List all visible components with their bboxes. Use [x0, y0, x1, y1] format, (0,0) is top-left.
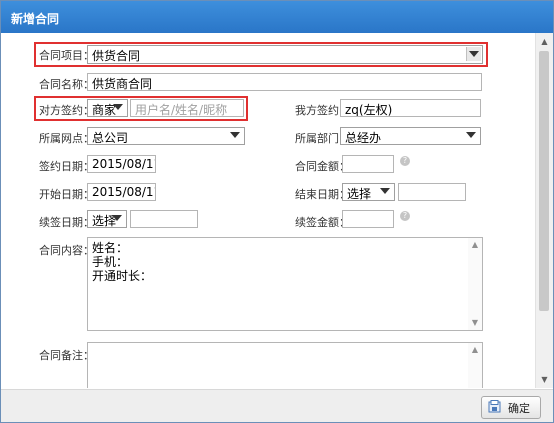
scroll-up-icon[interactable]: ▲	[536, 33, 553, 50]
chevron-down-icon	[230, 132, 240, 138]
our-signer-input[interactable]: zq(左权)	[340, 99, 481, 117]
project-select[interactable]: 供货合同	[87, 45, 483, 64]
dialog-footer: 确定	[1, 389, 553, 422]
remarks-textarea[interactable]: ▲	[87, 342, 483, 388]
sign-date-label: 签约日期：	[39, 160, 94, 173]
dialog-title: 新增合同	[11, 12, 60, 26]
start-date-input[interactable]: 2015/08/11	[87, 183, 156, 201]
department-select[interactable]: 总经办	[340, 127, 481, 145]
ok-icon	[488, 400, 501, 413]
renew-date-label: 续签日期：	[39, 216, 94, 229]
branch-value: 总公司	[92, 131, 129, 145]
branch-label: 所属网点：	[39, 132, 94, 145]
chevron-down-icon	[466, 132, 476, 138]
content-line-2: 手机：	[92, 255, 129, 269]
content-line-1: 姓名：	[92, 241, 129, 255]
scroll-down-icon[interactable]: ▼	[536, 371, 553, 388]
content-textarea[interactable]: 姓名： 手机： 开通时长： ▲ ▼	[87, 237, 483, 331]
ok-button-label: 确定	[508, 402, 530, 415]
chevron-down-icon	[466, 47, 481, 61]
help-icon[interactable]: ?	[400, 211, 410, 221]
scroll-up-icon[interactable]: ▲	[468, 343, 482, 357]
renew-amount-input[interactable]	[342, 210, 394, 228]
counterparty-label: 对方签约：	[39, 104, 94, 117]
ok-button[interactable]: 确定	[481, 396, 541, 419]
chevron-down-icon	[112, 215, 122, 221]
end-date-select-value: 选择	[347, 187, 372, 201]
chevron-down-icon	[380, 188, 390, 194]
name-label: 合同名称：	[39, 78, 94, 91]
counterparty-placeholder: 用户名/姓名/昵称	[135, 103, 228, 117]
content-line-3: 开通时长：	[92, 269, 153, 283]
help-icon[interactable]: ?	[400, 156, 410, 166]
scrollbar-thumb[interactable]	[539, 51, 549, 311]
dialog-scrollbar[interactable]: ▲ ▼	[535, 33, 553, 388]
chevron-down-icon	[113, 104, 123, 110]
department-value: 总经办	[345, 131, 382, 145]
new-contract-dialog: 新增合同 合同项目： 供货合同 合同名称： 供货商合同 对方签约： 商家 用户名…	[0, 0, 554, 423]
sign-date-input[interactable]: 2015/08/11	[87, 155, 156, 173]
end-date-select[interactable]: 选择	[342, 183, 395, 201]
scroll-up-icon[interactable]: ▲	[468, 238, 482, 252]
end-date-input[interactable]	[398, 183, 466, 201]
scroll-down-icon[interactable]: ▼	[468, 316, 482, 330]
content-scrollbar[interactable]: ▲ ▼	[468, 238, 482, 330]
start-date-label: 开始日期：	[39, 188, 94, 201]
content-label: 合同内容：	[39, 244, 94, 257]
dialog-titlebar[interactable]: 新增合同	[1, 1, 553, 33]
remarks-value	[88, 343, 482, 357]
remarks-scrollbar[interactable]: ▲	[468, 343, 482, 388]
project-value: 供货合同	[92, 49, 141, 63]
amount-input[interactable]	[342, 155, 394, 173]
counterparty-type-select[interactable]: 商家	[87, 99, 128, 117]
counterparty-search-input[interactable]: 用户名/姓名/昵称	[130, 99, 244, 117]
contract-name-input[interactable]: 供货商合同	[87, 73, 482, 91]
renew-date-select[interactable]: 选择	[87, 210, 127, 228]
form-area: 合同项目： 供货合同 合同名称： 供货商合同 对方签约： 商家 用户名/姓名/昵…	[1, 33, 536, 388]
renew-date-input[interactable]	[130, 210, 198, 228]
branch-select[interactable]: 总公司	[87, 127, 245, 145]
project-label: 合同项目：	[39, 49, 94, 62]
remarks-label: 合同备注：	[39, 349, 94, 362]
